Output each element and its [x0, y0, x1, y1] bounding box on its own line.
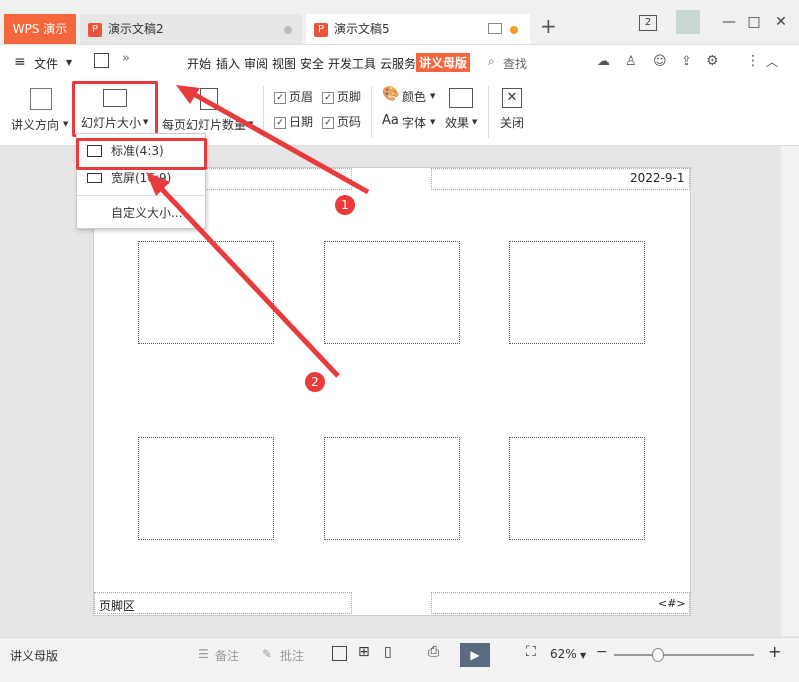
zoom-slider[interactable] — [614, 654, 754, 656]
zoom-in-icon[interactable]: + — [768, 642, 781, 661]
normal-view-icon[interactable] — [332, 646, 347, 661]
annotation-badge-2: 2 — [305, 372, 325, 392]
projector-icon[interactable]: ⎙ — [428, 644, 439, 660]
arrow-2-line — [156, 183, 340, 378]
zoom-slider-thumb[interactable] — [652, 648, 664, 662]
notes-button[interactable]: 备注 — [215, 647, 239, 664]
notes-icon[interactable]: ☰ — [198, 647, 209, 661]
arrow-1-line — [188, 89, 370, 195]
play-slideshow-button[interactable]: ▶ — [460, 643, 490, 667]
reading-view-icon[interactable]: ▯ — [384, 644, 392, 660]
slide-sorter-icon[interactable]: ⊞ — [358, 644, 370, 660]
annotation-arrows — [146, 85, 370, 378]
chevron-down-icon[interactable]: ▼ — [580, 651, 586, 660]
current-view-name: 讲义母版 — [10, 649, 59, 663]
zoom-level[interactable]: 62% — [550, 647, 577, 661]
fit-window-icon[interactable]: ⛶ — [526, 644, 536, 660]
comment-icon[interactable]: ✎ — [262, 647, 272, 661]
annotation-badge-1: 1 — [335, 195, 355, 215]
zoom-out-icon[interactable]: − — [596, 644, 608, 660]
comments-button[interactable]: 批注 — [280, 647, 304, 664]
status-bar — [0, 637, 799, 682]
